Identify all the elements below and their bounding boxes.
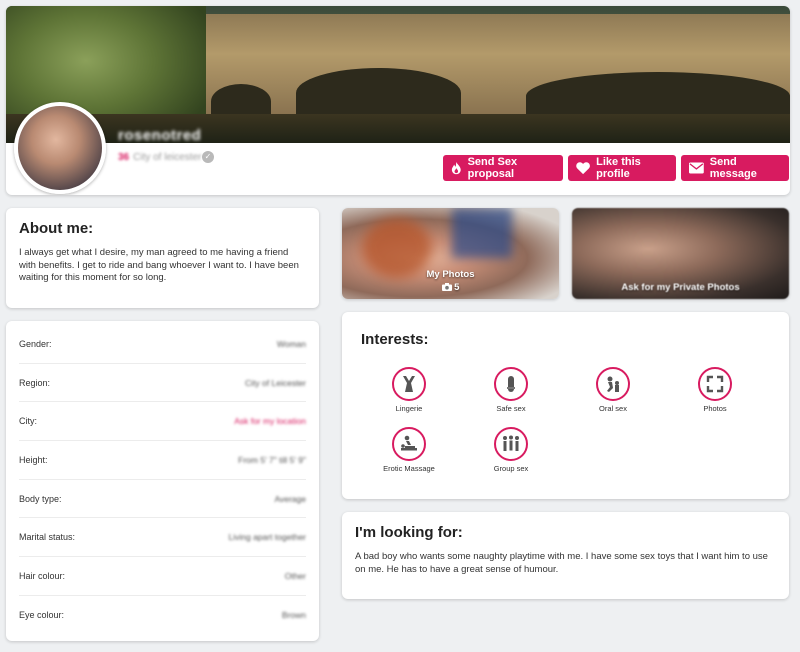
oral-icon [596, 367, 630, 401]
interest-safe-sex: Safe sex [476, 367, 546, 413]
ask-location-link[interactable]: Ask for my location [234, 416, 306, 426]
cover-arch [296, 68, 461, 118]
detail-label: Region: [19, 377, 51, 388]
send-proposal-label: Send Sex proposal [467, 156, 518, 180]
interest-label: Photos [703, 404, 727, 413]
looking-for-title: I'm looking for: [355, 524, 463, 541]
detail-row-eye-colour: Eye colour: Brown [19, 596, 306, 635]
condom-icon [494, 367, 528, 401]
avatar[interactable] [14, 102, 106, 194]
profile-username: rosenotred [118, 127, 202, 144]
detail-value: Brown [281, 610, 306, 621]
envelope-icon [689, 162, 704, 174]
detail-row-marital-status: Marital status: Living apart together [19, 518, 307, 558]
like-profile-button[interactable]: Like this profile [568, 155, 676, 181]
detail-row-height: Height: From 5' 7" till 5' 9" [19, 441, 306, 480]
detail-value: City of Leicester [245, 377, 306, 388]
detail-row-gender: Gender: Woman [19, 325, 306, 364]
looking-for-text: A bad boy who wants some naughty playtim… [355, 551, 768, 575]
photo-count: 5 [342, 282, 559, 293]
interest-lingerie: Lingerie [374, 367, 444, 413]
details-section: Gender: Woman Region: City of Leicester … [6, 321, 319, 641]
interest-oral-sex: Oral sex [578, 367, 648, 413]
detail-row-city: City: Ask for my location [19, 402, 306, 442]
public-photos-tile[interactable]: My Photos 5 [342, 208, 559, 299]
photo-count-value: 5 [454, 282, 460, 293]
send-proposal-button[interactable]: Send Sex proposal [443, 155, 563, 181]
about-title: About me: [19, 220, 94, 237]
detail-label: Gender: [19, 338, 52, 349]
interests-title: Interests: [361, 331, 429, 348]
profile-age: 36 [118, 152, 130, 163]
lingerie-icon [392, 367, 426, 401]
about-section: About me: I always get what I desire, my… [6, 208, 319, 308]
detail-value: Woman [276, 338, 306, 349]
interest-label: Lingerie [395, 404, 423, 413]
photo-blur [452, 208, 512, 258]
profile-age-location: 36 City of leicester [118, 152, 201, 163]
detail-row-region: Region: City of Leicester [19, 364, 306, 403]
detail-label: Eye colour: [19, 610, 65, 621]
interest-label: Safe sex [496, 404, 526, 413]
profile-header: rosenotred 36 City of leicester ✓ Send Se… [6, 6, 790, 195]
private-photos-label: Ask for my Private Photos [621, 282, 740, 293]
profile-location: City of leicester [133, 152, 202, 163]
interest-group-sex: Group sex [476, 427, 546, 473]
interests-section: Interests: Lingerie Safe sex Oral sex Ph… [342, 312, 789, 499]
detail-label: City: [19, 416, 37, 427]
detail-value: Living apart together [228, 532, 307, 543]
public-photos-label: My Photos [426, 269, 475, 280]
massage-icon [392, 427, 426, 461]
detail-label: Hair colour: [19, 570, 66, 581]
cover-photo [6, 6, 790, 143]
photos-icon [698, 367, 732, 401]
detail-label: Body type: [19, 493, 62, 504]
group-icon [494, 427, 528, 461]
detail-label: Height: [19, 454, 48, 465]
interest-label: Erotic Massage [383, 464, 435, 473]
interest-erotic-massage: Erotic Massage [374, 427, 444, 473]
verified-icon: ✓ [202, 151, 214, 163]
about-text: I always get what I desire, my man agree… [19, 247, 299, 283]
detail-row-body-type: Body type: Average [19, 480, 306, 519]
detail-label: Marital status: [19, 532, 76, 543]
send-message-button[interactable]: Send message [681, 155, 789, 181]
interest-label: Oral sex [599, 404, 627, 413]
like-profile-label: Like this profile [596, 156, 641, 180]
looking-for-section: I'm looking for: A bad boy who wants som… [342, 512, 789, 599]
detail-value: Other [284, 570, 306, 581]
detail-value: Average [274, 493, 306, 504]
private-photos-tile[interactable]: Ask for my Private Photos [572, 208, 789, 299]
cover-arch [526, 72, 790, 120]
detail-value: From 5' 7" till 5' 9" [238, 454, 306, 465]
interest-photos: Photos [680, 367, 750, 413]
flame-icon [451, 161, 461, 175]
heart-icon [576, 162, 590, 175]
send-message-label: Send message [709, 156, 757, 180]
detail-row-hair-colour: Hair colour: Other [19, 557, 306, 596]
interest-label: Group sex [493, 464, 529, 473]
camera-icon [441, 283, 452, 291]
